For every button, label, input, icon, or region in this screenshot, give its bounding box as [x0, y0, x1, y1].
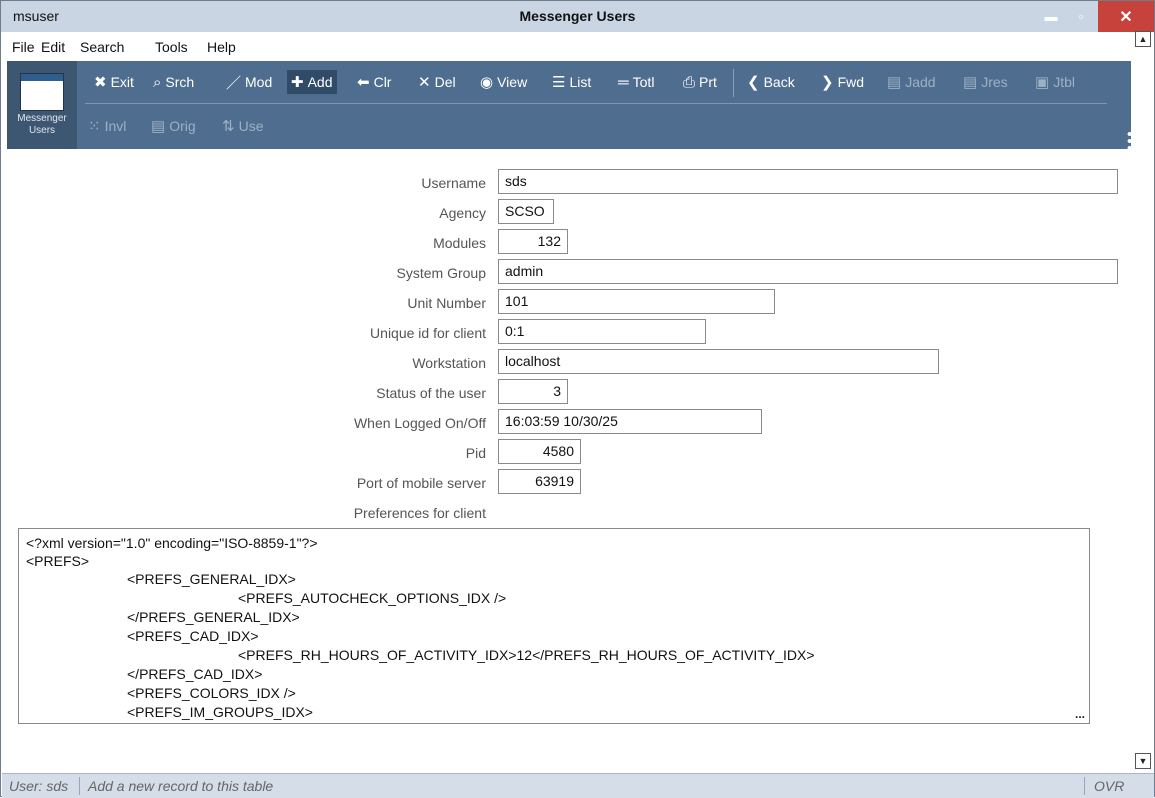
pid-field[interactable]: 4580	[498, 439, 581, 464]
unit-number-label: Unit Number	[407, 295, 486, 311]
invl-button[interactable]: ⁙ Invl	[88, 114, 126, 138]
menu-tools[interactable]: Tools	[155, 39, 188, 55]
status-mode: OVR	[1094, 778, 1125, 794]
prefs-line: <PREFS_GENERAL_IDX>	[127, 571, 296, 587]
status-divider	[79, 777, 80, 795]
window-title: Messenger Users	[519, 8, 636, 24]
module-label: Messenger	[17, 113, 67, 124]
journal-icon: ▤	[963, 74, 978, 91]
prefs-line: <PREFS_COLORS_IDX />	[127, 685, 296, 701]
swap-icon: ⇅	[222, 118, 235, 135]
table-icon: ▣	[1035, 74, 1050, 91]
prefs-line: <PREFS_CAD_IDX>	[127, 628, 259, 644]
status-bar: User: sds Add a new record to this table…	[2, 773, 1154, 798]
maximize-button[interactable]: ▫	[1066, 1, 1096, 32]
unique-id-label: Unique id for client	[370, 325, 486, 341]
jtbl-button[interactable]: ▣ Jtbl	[1035, 70, 1075, 94]
prefs-line: <PREFS_IM_GROUPS_IDX>	[127, 704, 313, 720]
scroll-up-button[interactable]: ▲	[1135, 31, 1151, 47]
app-window: msuser Messenger Users ▬ ▫ ✕ File Edit S…	[0, 0, 1155, 798]
menu-help[interactable]: Help	[207, 39, 236, 55]
prefs-line: </PREFS_GENERAL_IDX>	[127, 609, 300, 625]
back-button[interactable]: ❮ Back	[747, 70, 795, 94]
search-button[interactable]: ⌕ Srch	[153, 70, 194, 94]
prefs-line: <PREFS_AUTOCHECK_OPTIONS_IDX />	[238, 590, 507, 606]
when-logged-field[interactable]: 16:03:59 10/30/25	[498, 409, 762, 434]
arrow-left-icon: ⬅	[357, 74, 370, 91]
prefs-label: Preferences for client	[353, 505, 486, 521]
journal-add-icon: ▤	[887, 74, 902, 91]
list-button[interactable]: ☰ List	[552, 70, 591, 94]
pid-label: Pid	[465, 445, 486, 461]
agency-label: Agency	[439, 205, 486, 221]
print-button[interactable]: ⎙ Prt	[683, 70, 717, 94]
search-icon: ⌕	[153, 73, 162, 91]
modify-button[interactable]: ／ Mod	[226, 70, 272, 94]
title-bar: msuser Messenger Users ▬ ▫ ✕	[1, 1, 1154, 32]
prefs-line: </PREFS_CAD_IDX>	[127, 666, 263, 682]
system-group-field[interactable]: admin	[498, 259, 1118, 284]
module-icon: Messenger Users	[7, 61, 77, 149]
toolbar-divider	[85, 103, 1107, 104]
workstation-field[interactable]: localhost	[498, 349, 939, 374]
exit-button[interactable]: ✖ Exit	[94, 70, 134, 94]
port-field[interactable]: 63919	[498, 469, 581, 494]
close-button[interactable]: ✕	[1098, 1, 1154, 32]
x-icon: ✕	[418, 74, 431, 91]
modules-field[interactable]: 132	[498, 229, 568, 254]
scroll-down-button[interactable]: ▼	[1135, 753, 1151, 769]
menu-bar: File Edit Search Tools Help	[1, 32, 1154, 61]
clear-button[interactable]: ⬅ Clr	[357, 70, 391, 94]
prefs-line: <PREFS_RH_HOURS_OF_ACTIVITY_IDX>12</PREF…	[238, 647, 815, 663]
document-icon: ▤	[151, 118, 166, 135]
prefs-textarea[interactable]: <?xml version="1.0" encoding="ISO-8859-1…	[18, 528, 1090, 724]
chevron-right-icon: ❯	[821, 74, 834, 91]
window-icon	[20, 73, 64, 111]
minimize-button[interactable]: ▬	[1036, 1, 1066, 32]
use-button[interactable]: ⇅ Use	[222, 114, 263, 138]
eye-icon: ◉	[480, 74, 494, 91]
username-label: Username	[421, 175, 486, 191]
delete-button[interactable]: ✕ Del	[418, 70, 456, 94]
orig-button[interactable]: ▤ Orig	[151, 114, 196, 138]
menu-search[interactable]: Search	[80, 39, 124, 55]
prefs-expand-button[interactable]: ...	[1075, 707, 1085, 721]
plus-icon: ✚	[291, 74, 304, 91]
module-label-2: Users	[28, 125, 56, 136]
equals-icon: ═	[618, 73, 629, 91]
status-message: Add a new record to this table	[88, 778, 274, 794]
port-label: Port of mobile server	[356, 475, 486, 491]
prefs-line: <?xml version="1.0" encoding="ISO-8859-1…	[26, 535, 318, 551]
exit-icon: ✖	[94, 74, 107, 91]
list-icon: ☰	[552, 74, 566, 91]
agency-field[interactable]: SCSO	[498, 199, 554, 224]
jadd-button[interactable]: ▤ Jadd	[887, 70, 936, 94]
prefs-line: <PREFS>	[26, 553, 90, 569]
status-divider	[1084, 777, 1085, 795]
menu-edit[interactable]: Edit	[41, 39, 65, 55]
system-group-label: System Group	[396, 265, 486, 281]
workstation-label: Workstation	[412, 355, 486, 371]
when-logged-label: When Logged On/Off	[353, 415, 486, 431]
more-options-icon[interactable]: • • •	[1127, 127, 1132, 156]
unit-number-field[interactable]: 101	[498, 289, 775, 314]
jres-button[interactable]: ▤ Jres	[963, 70, 1008, 94]
add-button[interactable]: ✚ Add	[287, 70, 337, 94]
chevron-left-icon: ❮	[747, 74, 760, 91]
printer-icon: ⎙	[683, 73, 696, 91]
forward-button[interactable]: ❯ Fwd	[821, 70, 864, 94]
username-field[interactable]: sds	[498, 169, 1118, 194]
view-button[interactable]: ◉ View	[480, 70, 527, 94]
grid-dots-icon: ⁙	[88, 118, 101, 135]
modules-label: Modules	[433, 235, 486, 251]
status-label: Status of the user	[376, 385, 486, 401]
menu-file[interactable]: File	[12, 39, 35, 55]
pencil-icon: ／	[226, 74, 242, 92]
unique-id-field[interactable]: 0:1	[498, 319, 706, 344]
status-user: User: sds	[9, 778, 69, 794]
toolbar-separator	[733, 69, 734, 97]
status-field[interactable]: 3	[498, 379, 568, 404]
total-button[interactable]: ═ Totl	[618, 70, 654, 94]
